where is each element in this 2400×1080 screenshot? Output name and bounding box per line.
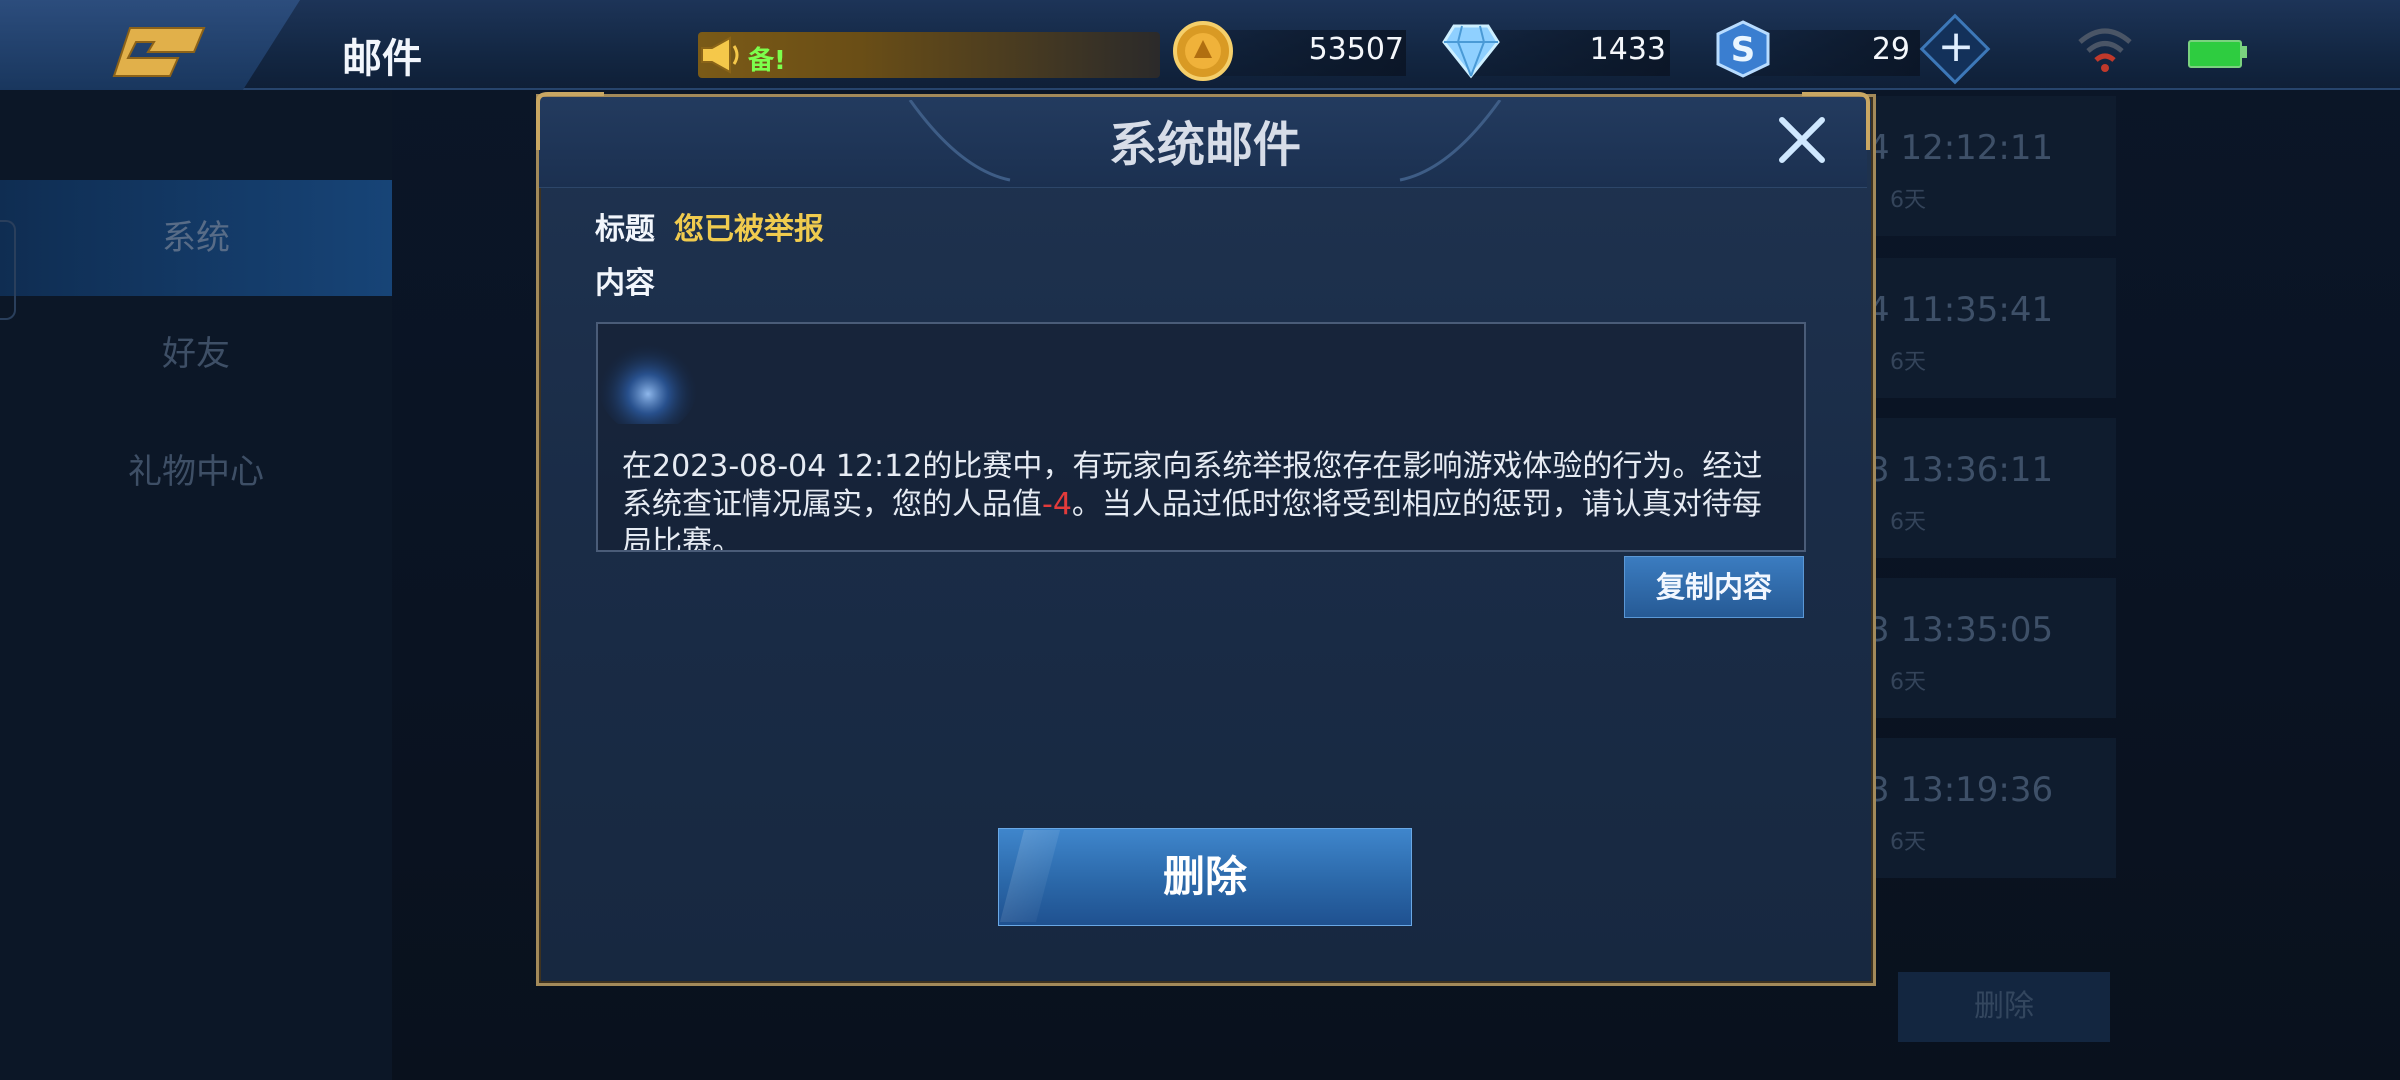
mail-time: 3 13:19:36 [1868, 770, 2054, 810]
penalty-value: -4 [1042, 487, 1072, 522]
delete-mail-button[interactable]: 删除 [998, 828, 1412, 926]
corner-ornament-left [536, 92, 604, 150]
mail-content-box[interactable]: 在2023-08-04 12:12的比赛中，有玩家向系统举报您存在影响游戏体验的… [596, 322, 1806, 552]
sidebar-item-friends[interactable]: 好友 [0, 296, 392, 412]
glow-orb-decoration [598, 334, 698, 424]
battery-icon [2188, 40, 2242, 68]
voucher-s-icon: S [1716, 20, 1770, 78]
sidebar-item-system[interactable]: 系统 [0, 180, 392, 296]
diamond-icon [1442, 24, 1500, 79]
mail-age: 6天 [1890, 830, 1926, 855]
mail-time: 4 11:35:41 [1868, 290, 2054, 330]
subject-label: 标题 [595, 212, 655, 247]
close-icon[interactable] [1772, 110, 1832, 170]
plus-icon: + [1937, 21, 1975, 72]
copy-content-button[interactable]: 复制内容 [1624, 556, 1804, 618]
mail-age: 6天 [1890, 510, 1926, 535]
sidebar-item-gift-center[interactable]: 礼物中心 [0, 414, 392, 530]
gold-coin-value: 53507 [1308, 32, 1404, 67]
broadcast-text: 备! [748, 46, 786, 76]
mail-time: 3 13:36:11 [1868, 450, 2054, 490]
battery-tip [2242, 46, 2247, 58]
dialog-title: 系统邮件 [1108, 117, 1301, 173]
sidebar-edge-tab [0, 220, 16, 320]
content-label: 内容 [595, 266, 655, 301]
subject-value: 您已被举报 [674, 212, 824, 247]
mail-time: 3 13:35:05 [1868, 610, 2054, 650]
page-title: 邮件 [342, 36, 422, 82]
wifi-icon [2078, 28, 2132, 72]
list-delete-button[interactable]: 删除 [1898, 972, 2110, 1042]
voucher-value: 29 [1871, 32, 1910, 67]
mail-content-text: 在2023-08-04 12:12的比赛中，有玩家向系统举报您存在影响游戏体验的… [622, 448, 1782, 550]
diamond-value: 1433 [1589, 32, 1666, 67]
mail-age: 6天 [1890, 188, 1926, 213]
svg-text:S: S [1731, 30, 1756, 70]
megaphone-icon [701, 36, 739, 74]
mail-time: 4 12:12:11 [1868, 128, 2054, 168]
back-arrow-icon [112, 27, 206, 77]
mail-age: 6天 [1890, 350, 1926, 375]
gold-coin-icon [1173, 21, 1233, 81]
mail-age: 6天 [1890, 670, 1926, 695]
